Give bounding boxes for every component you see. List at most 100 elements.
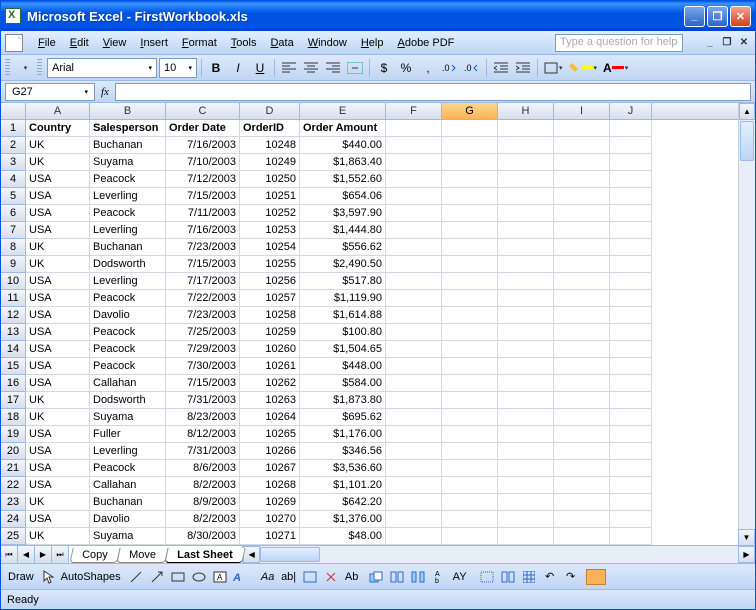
cell[interactable] [498,443,554,460]
toolbar-grip[interactable] [37,59,42,77]
cell[interactable] [498,494,554,511]
tab-nav-next-icon[interactable]: ▶ [35,546,52,563]
cell[interactable] [554,120,610,137]
cell[interactable] [554,511,610,528]
cell[interactable]: $1,863.40 [300,154,386,171]
wordart-aa-icon[interactable]: Aa [259,568,277,586]
cell[interactable]: Fuller [90,426,166,443]
cell[interactable]: 7/31/2003 [166,443,240,460]
cell[interactable]: 8/2/2003 [166,477,240,494]
row-header[interactable]: 6 [1,205,26,222]
bring-front-icon[interactable] [367,568,385,586]
menu-format[interactable]: Format [175,35,224,51]
cell[interactable]: USA [26,222,90,239]
column-header-A[interactable]: A [26,103,90,119]
cell[interactable]: $440.00 [300,137,386,154]
decrease-decimal-button[interactable]: .0 [462,58,482,78]
cell[interactable]: USA [26,477,90,494]
column-header-B[interactable]: B [90,103,166,119]
cell[interactable]: $1,873.80 [300,392,386,409]
cell[interactable] [610,239,652,256]
cell[interactable] [554,307,610,324]
row-header[interactable]: 20 [1,443,26,460]
help-search-input[interactable]: Type a question for help [555,34,683,52]
cell[interactable] [442,205,498,222]
cell[interactable]: Leverling [90,188,166,205]
cell[interactable]: 10263 [240,392,300,409]
cell[interactable]: 7/12/2003 [166,171,240,188]
insert-wordart-icon[interactable]: A [232,568,250,586]
cell[interactable] [442,154,498,171]
maximize-button[interactable]: ❐ [707,6,728,27]
cell[interactable]: 7/29/2003 [166,341,240,358]
cell[interactable]: UK [26,494,90,511]
cell[interactable]: UK [26,137,90,154]
cell[interactable] [610,426,652,443]
menu-data[interactable]: Data [263,35,300,51]
cell[interactable] [498,511,554,528]
cell[interactable]: Country [26,120,90,137]
cell[interactable] [386,392,442,409]
format-object-icon[interactable] [322,568,340,586]
cell[interactable] [386,154,442,171]
cell[interactable]: USA [26,358,90,375]
cell[interactable]: USA [26,443,90,460]
line-icon[interactable] [127,568,145,586]
cell[interactable] [610,171,652,188]
column-header-G[interactable]: G [442,103,498,119]
row-header[interactable]: 15 [1,358,26,375]
cell[interactable] [386,494,442,511]
cell[interactable]: 7/15/2003 [166,256,240,273]
cell[interactable] [554,239,610,256]
cell[interactable] [554,222,610,239]
row-header[interactable]: 14 [1,341,26,358]
cell[interactable] [554,494,610,511]
toolbar-options-icon[interactable] [609,568,627,586]
row-header[interactable]: 17 [1,392,26,409]
row-header[interactable]: 21 [1,460,26,477]
cell[interactable] [386,341,442,358]
cell[interactable] [386,528,442,545]
cell[interactable]: $1,376.00 [300,511,386,528]
cell[interactable]: UK [26,154,90,171]
cell[interactable] [442,460,498,477]
cell[interactable]: $3,536.60 [300,460,386,477]
cell[interactable]: 8/30/2003 [166,528,240,545]
cell[interactable]: 10270 [240,511,300,528]
cell[interactable]: Peacock [90,290,166,307]
cell[interactable]: 7/10/2003 [166,154,240,171]
cell[interactable]: 7/15/2003 [166,188,240,205]
draw-menu[interactable]: Draw [8,568,34,586]
character-spacing-icon[interactable]: AY [451,568,469,586]
cell[interactable] [442,256,498,273]
cell[interactable] [386,273,442,290]
cell[interactable] [610,256,652,273]
cell[interactable]: USA [26,341,90,358]
fill-color-button[interactable] [567,58,600,78]
cell[interactable]: Leverling [90,443,166,460]
scroll-right-icon[interactable]: ▶ [738,546,755,563]
cell[interactable]: 10259 [240,324,300,341]
underline-button[interactable]: U [250,58,270,78]
cell[interactable] [498,426,554,443]
cell[interactable]: Buchanan [90,239,166,256]
cell[interactable]: Buchanan [90,494,166,511]
cell[interactable]: $1,504.65 [300,341,386,358]
menu-view[interactable]: View [96,35,134,51]
cell[interactable] [554,392,610,409]
cell[interactable]: Peacock [90,341,166,358]
cell[interactable] [554,171,610,188]
cell[interactable] [498,528,554,545]
cell[interactable] [554,137,610,154]
cell[interactable] [442,341,498,358]
cell[interactable] [554,324,610,341]
cell[interactable]: 10252 [240,205,300,222]
cell[interactable]: USA [26,460,90,477]
align-left-button[interactable] [279,58,299,78]
cell[interactable] [554,341,610,358]
column-header-H[interactable]: H [498,103,554,119]
cell[interactable]: 7/23/2003 [166,307,240,324]
column-header-F[interactable]: F [386,103,442,119]
cell[interactable] [386,120,442,137]
font-name-select[interactable]: Arial▾ [47,58,157,78]
